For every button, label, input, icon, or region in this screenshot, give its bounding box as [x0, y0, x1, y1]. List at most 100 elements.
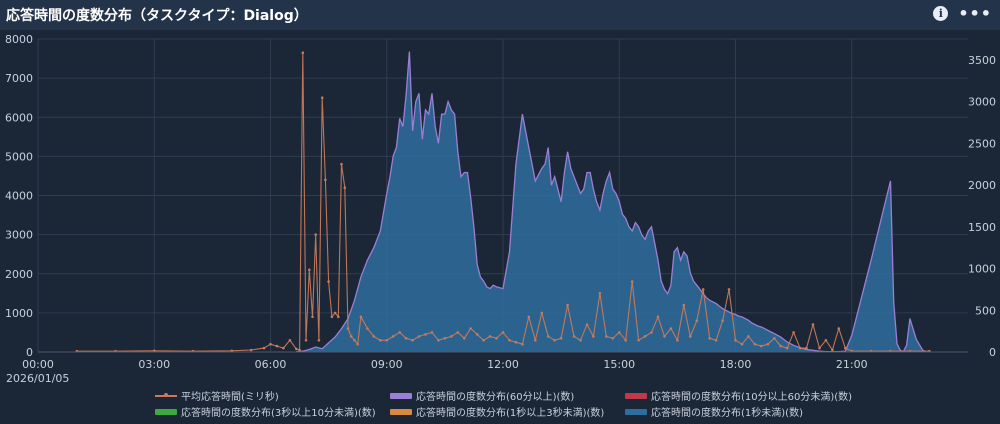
y-left-tick-label: 6000	[5, 111, 33, 124]
avg-response-point	[708, 337, 711, 340]
avg-response-point	[398, 331, 402, 334]
avg-response-point	[598, 292, 602, 295]
avg-response-point	[314, 233, 318, 236]
avg-response-point	[450, 335, 453, 338]
y-left-tick-label: 8000	[5, 33, 33, 46]
avg-response-point	[663, 335, 666, 338]
avg-response-point	[747, 335, 750, 338]
avg-response-point	[695, 319, 699, 323]
x-tick-label: 09:00	[371, 358, 403, 371]
avg-response-point	[320, 96, 324, 99]
avg-response-point	[430, 331, 434, 334]
avg-response-point	[404, 337, 408, 340]
y-left-tick-label: 7000	[5, 72, 33, 85]
y-left-tick-label: 5000	[5, 150, 33, 163]
x-tick-label: 21:00	[836, 358, 868, 371]
legend-label: 応答時間の度数分布(1秒未満)(数)	[651, 408, 803, 419]
y-right-tick-label: 500	[975, 304, 996, 317]
chart-title: 応答時間の度数分布（タスクタイプ：Dialog）	[6, 8, 308, 24]
avg-response-point	[366, 327, 369, 330]
avg-response-point	[262, 346, 266, 350]
avg-response-point	[811, 323, 815, 326]
avg-response-point	[592, 335, 595, 338]
avg-response-point	[656, 315, 660, 319]
y-right-tick-label: 2000	[968, 179, 996, 192]
chart-header: 応答時間の度数分布（タスクタイプ：Dialog） i •••	[0, 0, 1000, 30]
avg-response-point	[340, 162, 343, 166]
count-areas	[296, 51, 927, 353]
more-options-icon[interactable]: •••	[958, 6, 992, 22]
avg-response-point	[779, 344, 782, 348]
legend-swatch	[155, 392, 177, 397]
avg-response-point	[372, 335, 376, 338]
avg-response-point	[424, 333, 427, 336]
avg-response-point	[572, 335, 576, 338]
info-icon[interactable]: i	[933, 6, 949, 21]
avg-response-point	[831, 348, 834, 352]
legend-label: 応答時間の度数分布(1秒以上3秒未満)(数)	[416, 408, 605, 419]
y-left-tick-label: 3000	[5, 229, 33, 242]
avg-response-point	[773, 337, 776, 340]
avg-response-point	[417, 335, 421, 338]
x-tick-label: 00:00	[22, 358, 54, 371]
date-label: 2026/01/05	[6, 372, 69, 385]
legend-swatch	[155, 408, 177, 415]
avg-response-point	[463, 337, 466, 340]
avg-response-point	[643, 335, 647, 338]
avg-response-point	[469, 327, 473, 330]
avg-response-point	[391, 335, 395, 338]
avg-response-point	[792, 331, 795, 334]
avg-response-point	[482, 339, 485, 342]
avg-response-point	[559, 337, 563, 340]
avg-response-point	[437, 339, 440, 342]
avg-response-point	[488, 335, 492, 338]
avg-response-point	[669, 327, 673, 330]
avg-response-point	[546, 335, 550, 338]
avg-response-point	[349, 335, 353, 338]
avg-response-point	[553, 339, 556, 342]
avg-response-point	[304, 339, 308, 342]
avg-response-point	[317, 339, 321, 342]
avg-response-point	[456, 331, 460, 334]
avg-response-point	[269, 342, 272, 346]
avg-response-point	[766, 342, 770, 346]
legend-label: 応答時間の度数分布(3秒以上10分未満)(数)	[181, 408, 376, 419]
legend-item-threeTo10[interactable]: 応答時間の度数分布(3秒以上10分未満)(数)	[155, 404, 376, 419]
avg-response-point	[311, 315, 314, 319]
avg-response-point	[295, 347, 298, 351]
avg-response-point	[527, 315, 531, 319]
legend-item-over60[interactable]: 応答時間の度数分布(60分以上)(数)	[390, 388, 574, 403]
avg-response-point	[249, 348, 253, 352]
legend-item-under1[interactable]: 応答時間の度数分布(1秒未満)(数)	[625, 404, 803, 419]
y-left-tick-label: 2000	[5, 268, 33, 281]
avg-response-point	[753, 342, 757, 346]
avg-response-point	[630, 280, 634, 283]
avg-response-point	[346, 327, 350, 330]
avg-response-point	[359, 315, 363, 319]
avg-response-point	[288, 339, 292, 342]
avg-response-point	[333, 311, 337, 315]
legend-item-tenTo60[interactable]: 応答時間の度数分布(10分以上60分未満)(数)	[625, 388, 852, 403]
avg-response-point	[330, 315, 334, 319]
avg-response-point	[521, 342, 524, 346]
x-tick-label: 12:00	[487, 358, 519, 371]
avg-response-point	[540, 311, 544, 315]
avg-response-point	[475, 333, 479, 336]
avg-response-point	[714, 339, 718, 342]
y-left-tick-label: 4000	[5, 190, 33, 203]
avg-response-point	[534, 339, 537, 342]
x-tick-label: 03:00	[138, 358, 170, 371]
avg-response-point	[824, 339, 828, 342]
avg-response-point	[605, 335, 608, 338]
avg-response-point	[308, 268, 311, 272]
avg-response-point	[298, 348, 301, 352]
avg-response-point	[740, 342, 744, 346]
avg-response-point	[501, 331, 505, 334]
area-under-1s	[296, 51, 926, 352]
legend-item-oneTo3[interactable]: 応答時間の度数分布(1秒以上3秒未満)(数)	[390, 404, 604, 419]
legend-swatch	[390, 392, 412, 399]
y-left-tick-label: 1000	[5, 307, 33, 320]
avg-response-point	[275, 344, 279, 348]
avg-response-point	[805, 346, 808, 350]
legend-item-avg[interactable]: 平均応答時間(ミリ秒)	[155, 388, 279, 403]
